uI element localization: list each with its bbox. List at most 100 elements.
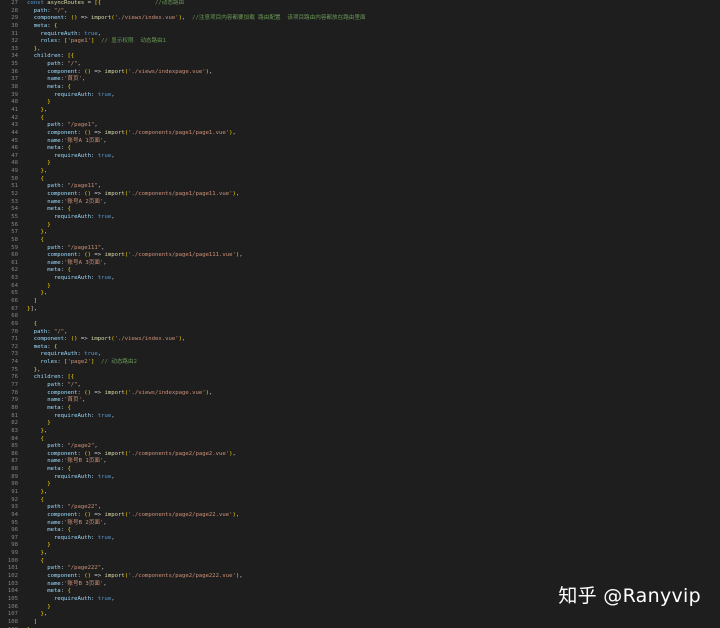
code-line[interactable]: 40 } [0,99,720,107]
code-line[interactable]: 83 }, [0,428,720,436]
line-code: component: () => import('./components/pa… [27,252,242,260]
code-line[interactable]: 46 meta: { [0,145,720,153]
line-number: 60 [11,252,18,259]
code-line[interactable]: 53 name:'账号A 2页面', [0,199,720,207]
code-line[interactable]: 68 [0,313,720,321]
code-line[interactable]: 89 requireAuth: true, [0,474,720,482]
code-line[interactable]: 87 name:'账号B 1页面', [0,458,720,466]
code-token-string: "/page2" [67,443,95,450]
code-line[interactable]: 81 requireAuth: true, [0,413,720,421]
code-line[interactable]: 61 name:'账号A 3页面', [0,260,720,268]
code-line[interactable]: 100 { [0,558,720,566]
code-line[interactable]: 39 requireAuth: true, [0,92,720,100]
code-line[interactable]: 101 path: "/page222", [0,565,720,573]
code-line[interactable]: 62 meta: { [0,267,720,275]
code-line[interactable]: 97 requireAuth: true, [0,535,720,543]
code-line[interactable]: 72 meta: { [0,344,720,352]
code-line[interactable]: 45 name:'账号A 1页面', [0,138,720,146]
code-line[interactable]: 56 } [0,222,720,230]
code-line[interactable]: 77 path: "/", [0,382,720,390]
code-line[interactable]: 92 { [0,497,720,505]
code-line[interactable]: 66 ] [0,298,720,306]
code-token-punct: , [77,382,81,389]
code-line[interactable]: 27 const asyncRoutes = [{ //动态路由 [0,0,720,8]
code-line[interactable]: 34 children: [{ [0,53,720,61]
code-line[interactable]: 102 component: () => import('./component… [0,573,720,581]
code-line[interactable]: 67}], [0,306,720,314]
code-token-bracket: [{ [67,374,75,381]
code-line[interactable]: 48 } [0,160,720,168]
code-line[interactable]: 33 }, [0,46,720,54]
code-line[interactable]: 44 component: () => import('./components… [0,130,720,138]
code-line[interactable]: 98 } [0,542,720,550]
code-token-property: meta [27,84,61,91]
code-line[interactable]: 59 path: "/page111", [0,245,720,253]
code-line[interactable]: 47 requireAuth: true, [0,153,720,161]
line-code: { [27,558,43,566]
code-editor[interactable]: 27 const asyncRoutes = [{ //动态路由 28 path: … [0,0,720,628]
code-line[interactable]: 49 }, [0,168,720,176]
code-line[interactable]: 64 } [0,283,720,291]
code-line[interactable]: 86 component: () => import('./components… [0,451,720,459]
code-line[interactable]: 91 }, [0,489,720,497]
code-line[interactable]: 90 } [0,481,720,489]
code-line[interactable]: 80 meta: { [0,405,720,413]
code-line[interactable]: 74 roles: ['page2'] // 动态路由2 [0,359,720,367]
code-line[interactable]: 71 component: () => import('./views/inde… [0,336,720,344]
code-line[interactable]: 51 path: "/page11", [0,183,720,191]
code-line[interactable]: 79 name:'首页', [0,397,720,405]
code-line[interactable]: 52 component: () => import('./components… [0,191,720,199]
code-line[interactable]: 60 component: () => import('./components… [0,252,720,260]
code-line[interactable]: 42 { [0,115,720,123]
code-line[interactable]: 93 path: "/page22", [0,504,720,512]
code-line[interactable]: 43 path: "/page1", [0,122,720,130]
editor-scrollbar[interactable] [716,0,720,628]
code-line[interactable]: 38 meta: { [0,84,720,92]
code-line[interactable]: 99 }, [0,550,720,558]
code-line[interactable]: 65 }, [0,290,720,298]
code-token-punct: , [103,259,107,266]
code-line[interactable]: 57 }, [0,229,720,237]
code-line[interactable]: 29 component: () => import('./views/inde… [0,15,720,23]
code-line[interactable]: 54 meta: { [0,206,720,214]
code-line[interactable]: 37 name:'首页', [0,76,720,84]
code-token-bracket: { [67,145,71,152]
code-line[interactable]: 84 { [0,436,720,444]
code-line[interactable]: 107 }, [0,611,720,619]
code-line[interactable]: 78 component: () => import('./views/inde… [0,390,720,398]
code-token-string: './components/page2/page222.vue' [128,573,236,580]
line-number: 53 [11,198,18,205]
line-code: meta: { [27,344,58,352]
code-line[interactable]: 55 requireAuth: true, [0,214,720,222]
code-token-property: name [27,137,61,144]
code-line[interactable]: 96 meta: { [0,527,720,535]
code-line[interactable]: 69 { [0,321,720,329]
code-token-bracket: { [67,466,71,473]
code-line[interactable]: 82 } [0,420,720,428]
code-line[interactable]: 85 path: "/page2", [0,443,720,451]
line-number: 71 [11,336,18,343]
line-code: component: () => import('./views/index.v… [27,15,366,23]
code-line[interactable]: 76 children: [{ [0,374,720,382]
code-line[interactable]: 35 path: "/", [0,61,720,69]
code-line[interactable]: 50 { [0,176,720,184]
line-code: { [27,176,43,184]
code-token-comment: //注意项目内容都要加载 路由配置 该项目路由内容都放在路由里面 [185,15,366,22]
line-code: requireAuth: true, [27,535,115,543]
code-line[interactable]: 32 roles: ['page1'] // 显示权限 动态路由1 [0,38,720,46]
code-line[interactable]: 75 }, [0,367,720,375]
code-token-punct: : [91,473,98,480]
code-line[interactable]: 30 meta: { [0,23,720,31]
line-number: 55 [11,213,18,220]
code-line[interactable]: 41 }, [0,107,720,115]
code-line[interactable]: 108 ] [0,619,720,627]
code-line[interactable]: 36 component: () => import('./views/inde… [0,69,720,77]
code-line[interactable]: 88 meta: { [0,466,720,474]
code-line[interactable]: 95 name:'账号B 2页面', [0,520,720,528]
code-line[interactable]: 58 { [0,237,720,245]
code-line[interactable]: 94 component: () => import('./components… [0,512,720,520]
code-line[interactable]: 73 requireAuth: true, [0,351,720,359]
code-line[interactable]: 70 path: "/", [0,329,720,337]
code-line[interactable]: 63 requireAuth: true, [0,275,720,283]
code-token-punct: : [47,22,54,29]
